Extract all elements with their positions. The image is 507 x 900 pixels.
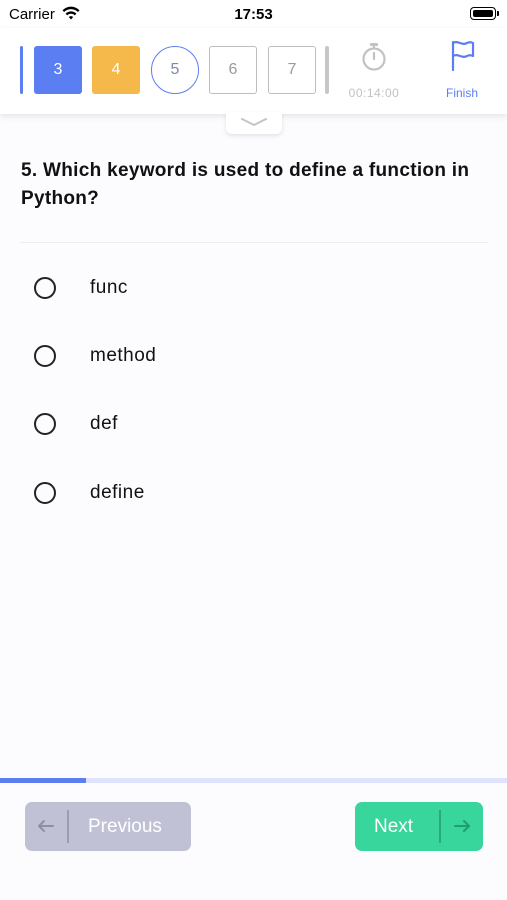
answer-option-label: def [90,413,118,434]
button-separator [67,810,69,843]
next-button-label: Next [374,816,414,837]
battery-icon [470,7,499,20]
question-nav-item-5[interactable]: 5 [151,46,199,94]
question-navigator: 3 4 5 6 7 00:14:00 Finish [0,28,507,114]
answer-option-label: func [90,277,128,298]
status-bar: Carrier 17:53 [0,0,507,28]
question-nav-item-4[interactable]: 4 [92,46,140,94]
answer-option-label: method [90,345,157,366]
answer-option-3[interactable]: def [34,409,454,439]
chevron-down-icon [241,118,267,126]
flag-icon[interactable] [450,40,476,72]
quiz-progress-bar [0,778,507,783]
answer-option-4[interactable]: define [34,478,454,508]
radio-button[interactable] [34,482,56,504]
question-nav-item-3[interactable]: 3 [34,46,82,94]
arrow-right-icon [454,820,470,832]
question-nav-item-7[interactable]: 7 [268,46,316,94]
question-divider [20,242,488,243]
status-time: 17:53 [234,6,273,23]
previous-button[interactable]: Previous [25,802,191,851]
question-nav-item-6[interactable]: 6 [209,46,257,94]
answer-option-2[interactable]: method [34,341,454,371]
question-text: 5. Which keyword is used to define a fun… [21,160,470,209]
navigator-scroll-edge-right [325,46,329,94]
radio-button[interactable] [34,277,56,299]
stopwatch-icon [362,43,386,71]
answer-option-label: define [90,482,145,503]
quiz-progress-fill [0,778,87,783]
next-button[interactable]: Next [355,802,483,851]
radio-button[interactable] [34,345,56,367]
previous-button-label: Previous [88,816,162,837]
button-separator [439,810,441,843]
navigator-scroll-edge-left [20,46,23,94]
timer-readout: 00:14:00 [348,86,400,100]
collapse-navigator-toggle[interactable] [226,112,282,134]
arrow-left-icon [38,820,54,832]
radio-button[interactable] [34,413,56,435]
finish-button[interactable]: Finish [437,86,487,100]
answer-option-1[interactable]: func [34,273,454,303]
